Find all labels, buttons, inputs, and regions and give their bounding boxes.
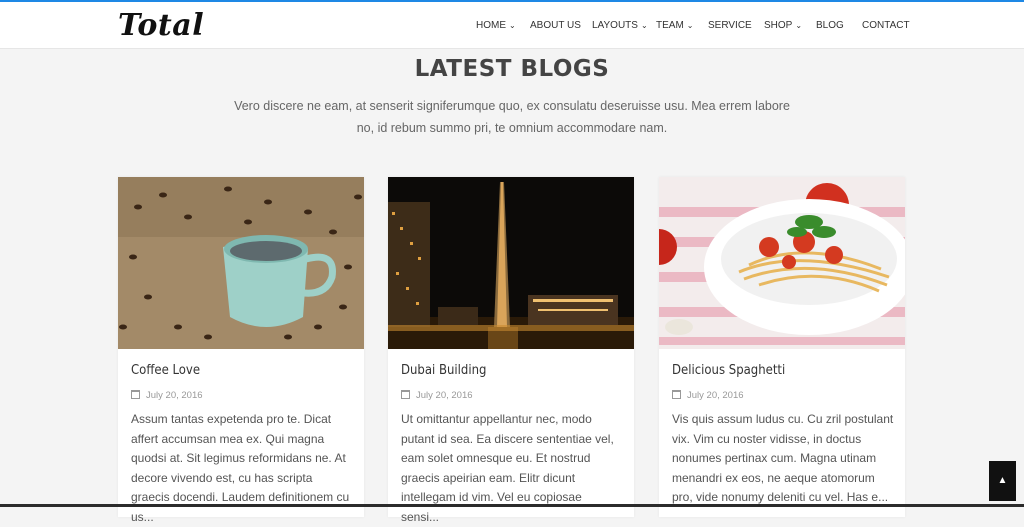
blog-card: Dubai Building July 20, 2016 Ut omittant… <box>388 177 634 524</box>
post-title[interactable]: Coffee Love <box>131 363 200 378</box>
nav-item-shop[interactable]: SHOP ⌄ <box>764 20 802 31</box>
nav-item-label: BLOG <box>816 20 844 31</box>
nav-item-label: CONTACT <box>862 20 910 31</box>
calendar-icon <box>131 390 140 399</box>
post-title[interactable]: Dubai Building <box>401 363 486 378</box>
blog-card: Coffee Love July 20, 2016 Assum tantas e… <box>118 177 364 524</box>
nav-item-about-us[interactable]: ABOUT US <box>530 20 581 31</box>
post-excerpt: Vis quis assum ludus cu. Cu zril postula… <box>672 412 894 504</box>
post-title[interactable]: Delicious Spaghetti <box>672 363 785 378</box>
nav-item-label: LAYOUTS <box>592 20 638 31</box>
chevron-down-icon: ⌄ <box>640 21 648 30</box>
chevron-down-icon: ⌄ <box>509 21 516 30</box>
nav-item-label: TEAM <box>656 20 684 31</box>
site-header: Total HOME ⌄ ABOUT US LAYOUTS ⌄ TEAM ⌄ SERV… <box>0 2 1024 49</box>
post-date-text: July 20, 2016 <box>146 390 203 401</box>
scroll-to-top-button[interactable]: ▲ <box>989 461 1016 501</box>
chevron-up-icon: ▲ <box>997 475 1008 486</box>
nav-item-home[interactable]: HOME ⌄ <box>476 20 516 31</box>
post-date-text: July 20, 2016 <box>416 390 473 401</box>
nav-item-contact[interactable]: CONTACT <box>862 20 910 31</box>
post-date: July 20, 2016 <box>131 390 203 401</box>
coffee-image[interactable] <box>118 177 364 349</box>
post-excerpt: Assum tantas expetenda pro te. Dicat aff… <box>131 412 350 524</box>
calendar-icon <box>401 390 410 399</box>
nav-item-service[interactable]: SERVICE <box>708 20 752 31</box>
nav-item-label: ABOUT US <box>530 20 581 31</box>
nav-item-team[interactable]: TEAM ⌄ <box>656 20 693 31</box>
calendar-icon <box>672 390 681 399</box>
post-date: July 20, 2016 <box>401 390 473 401</box>
nav-item-label: SHOP <box>764 20 793 31</box>
chevron-down-icon: ⌄ <box>795 21 803 30</box>
post-excerpt: Ut omittantur appellantur nec, modo puta… <box>401 412 614 524</box>
blog-card: Delicious Spaghetti July 20, 2016 Vis qu… <box>659 177 905 517</box>
section-description: Vero discere ne eam, at senserit signife… <box>234 99 790 135</box>
spaghetti-image[interactable] <box>659 177 905 349</box>
post-date-text: July 20, 2016 <box>687 390 744 401</box>
section-title: LATEST BLOGS <box>414 56 610 82</box>
nav-item-label: HOME <box>476 20 506 31</box>
chevron-down-icon: ⌄ <box>686 21 694 30</box>
post-date: July 20, 2016 <box>672 390 744 401</box>
nav-item-layouts[interactable]: LAYOUTS ⌄ <box>592 20 648 31</box>
dubai-building-image[interactable] <box>388 177 634 349</box>
site-logo[interactable]: Total <box>118 8 204 43</box>
nav-item-blog[interactable]: BLOG <box>816 20 844 31</box>
nav-item-label: SERVICE <box>708 20 752 31</box>
